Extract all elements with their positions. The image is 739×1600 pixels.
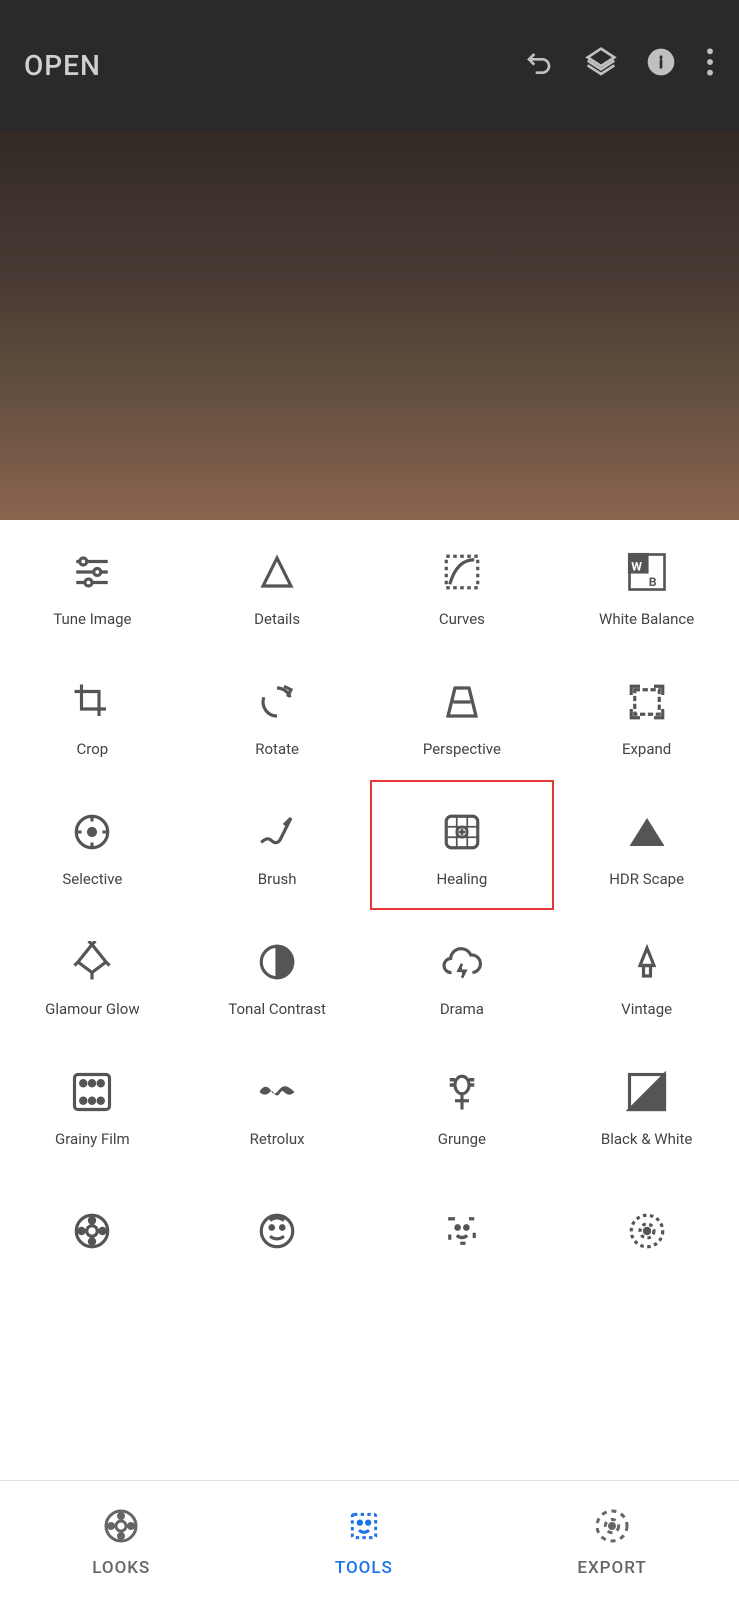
tool-expand[interactable]: Expand: [554, 650, 739, 780]
tool-smile[interactable]: [370, 1170, 555, 1300]
tool-tonal-contrast[interactable]: Tonal Contrast: [185, 910, 370, 1040]
brush-icon: [251, 806, 303, 858]
vintage-icon: [621, 936, 673, 988]
black-white-icon: [621, 1066, 673, 1118]
tool-rotate[interactable]: Rotate: [185, 650, 370, 780]
hdr-scape-icon: [621, 806, 673, 858]
curves-icon: [436, 546, 488, 598]
brush-label: Brush: [258, 870, 297, 889]
nav-tools[interactable]: TOOLS: [305, 1494, 423, 1588]
tool-crop[interactable]: Crop: [0, 650, 185, 780]
grunge-icon: [436, 1066, 488, 1118]
retrolux-label: Retrolux: [250, 1130, 305, 1149]
black-white-label: Black & White: [601, 1130, 692, 1149]
open-label[interactable]: OPEN: [24, 49, 101, 82]
grainy-film-label: Grainy Film: [55, 1130, 130, 1149]
tool-grid[interactable]: [554, 1170, 739, 1300]
grunge-label: Grunge: [438, 1130, 486, 1149]
smile-icon: [436, 1205, 488, 1257]
tune-image-label: Tune Image: [53, 610, 131, 629]
drama-label: Drama: [440, 1000, 484, 1019]
tool-healing[interactable]: Healing: [370, 780, 555, 910]
tools-nav-icon: [342, 1504, 386, 1548]
image-area: [0, 130, 739, 520]
tool-hdr-scape[interactable]: HDR Scape: [554, 780, 739, 910]
image-preview: [0, 130, 739, 520]
perspective-label: Perspective: [423, 740, 501, 759]
white-balance-icon: W B: [621, 546, 673, 598]
rotate-label: Rotate: [255, 740, 299, 759]
bottom-nav: LOOKS TOOLS EXPORT: [0, 1480, 739, 1600]
tool-brush[interactable]: Brush: [185, 780, 370, 910]
film-reel-icon: [66, 1205, 118, 1257]
glamour-glow-label: Glamour Glow: [45, 1000, 140, 1019]
looks-nav-label: LOOKS: [92, 1558, 150, 1578]
retrolux-icon: [251, 1066, 303, 1118]
nav-looks[interactable]: LOOKS: [62, 1494, 180, 1588]
details-label: Details: [254, 610, 300, 629]
healing-label: Healing: [436, 870, 487, 889]
tool-tune-image[interactable]: Tune Image: [0, 520, 185, 650]
perspective-icon: [436, 676, 488, 728]
expand-label: Expand: [622, 740, 671, 759]
top-bar-left: OPEN: [24, 49, 101, 82]
hdr-scape-label: HDR Scape: [609, 870, 684, 889]
nav-export[interactable]: EXPORT: [547, 1494, 676, 1588]
tool-vintage[interactable]: Vintage: [554, 910, 739, 1040]
selective-icon: [66, 806, 118, 858]
svg-text:B: B: [648, 575, 656, 589]
healing-icon: [436, 806, 488, 858]
tonal-contrast-label: Tonal Contrast: [228, 1000, 326, 1019]
crop-label: Crop: [77, 740, 109, 759]
tool-curves[interactable]: Curves: [370, 520, 555, 650]
export-nav-label: EXPORT: [577, 1558, 646, 1578]
tool-white-balance[interactable]: W B White Balance: [554, 520, 739, 650]
tool-selective[interactable]: Selective: [0, 780, 185, 910]
glamour-glow-icon: [66, 936, 118, 988]
curves-label: Curves: [439, 610, 485, 629]
white-balance-label: White Balance: [599, 610, 694, 629]
tool-looks-reel[interactable]: [0, 1170, 185, 1300]
vintage-label: Vintage: [621, 1000, 672, 1019]
tool-face[interactable]: [185, 1170, 370, 1300]
tools-grid: Tune Image Details Curves: [0, 520, 739, 1300]
tool-drama[interactable]: Drama: [370, 910, 555, 1040]
grid-icon: [621, 1205, 673, 1257]
tool-details[interactable]: Details: [185, 520, 370, 650]
svg-text:W: W: [631, 559, 642, 573]
face-icon: [251, 1205, 303, 1257]
looks-nav-icon: [99, 1504, 143, 1548]
tool-glamour-glow[interactable]: Glamour Glow: [0, 910, 185, 1040]
more-icon[interactable]: [705, 46, 715, 85]
tonal-contrast-icon: [251, 936, 303, 988]
info-icon[interactable]: [645, 46, 677, 85]
tune-image-icon: [66, 546, 118, 598]
selective-label: Selective: [62, 870, 122, 889]
drama-icon: [436, 936, 488, 988]
crop-icon: [66, 676, 118, 728]
details-icon: [251, 546, 303, 598]
export-nav-icon: [590, 1504, 634, 1548]
tools-nav-label: TOOLS: [335, 1558, 393, 1578]
tool-perspective[interactable]: Perspective: [370, 650, 555, 780]
layers-icon[interactable]: [585, 46, 617, 85]
tool-black-white[interactable]: Black & White: [554, 1040, 739, 1170]
tool-grunge[interactable]: Grunge: [370, 1040, 555, 1170]
tool-grainy-film[interactable]: Grainy Film: [0, 1040, 185, 1170]
tool-retrolux[interactable]: Retrolux: [185, 1040, 370, 1170]
expand-icon: [621, 676, 673, 728]
top-bar-right: [525, 46, 715, 85]
top-bar: OPEN: [0, 0, 739, 130]
grainy-film-icon: [66, 1066, 118, 1118]
undo-icon[interactable]: [525, 46, 557, 85]
tools-panel: Tune Image Details Curves: [0, 520, 739, 1480]
rotate-icon: [251, 676, 303, 728]
